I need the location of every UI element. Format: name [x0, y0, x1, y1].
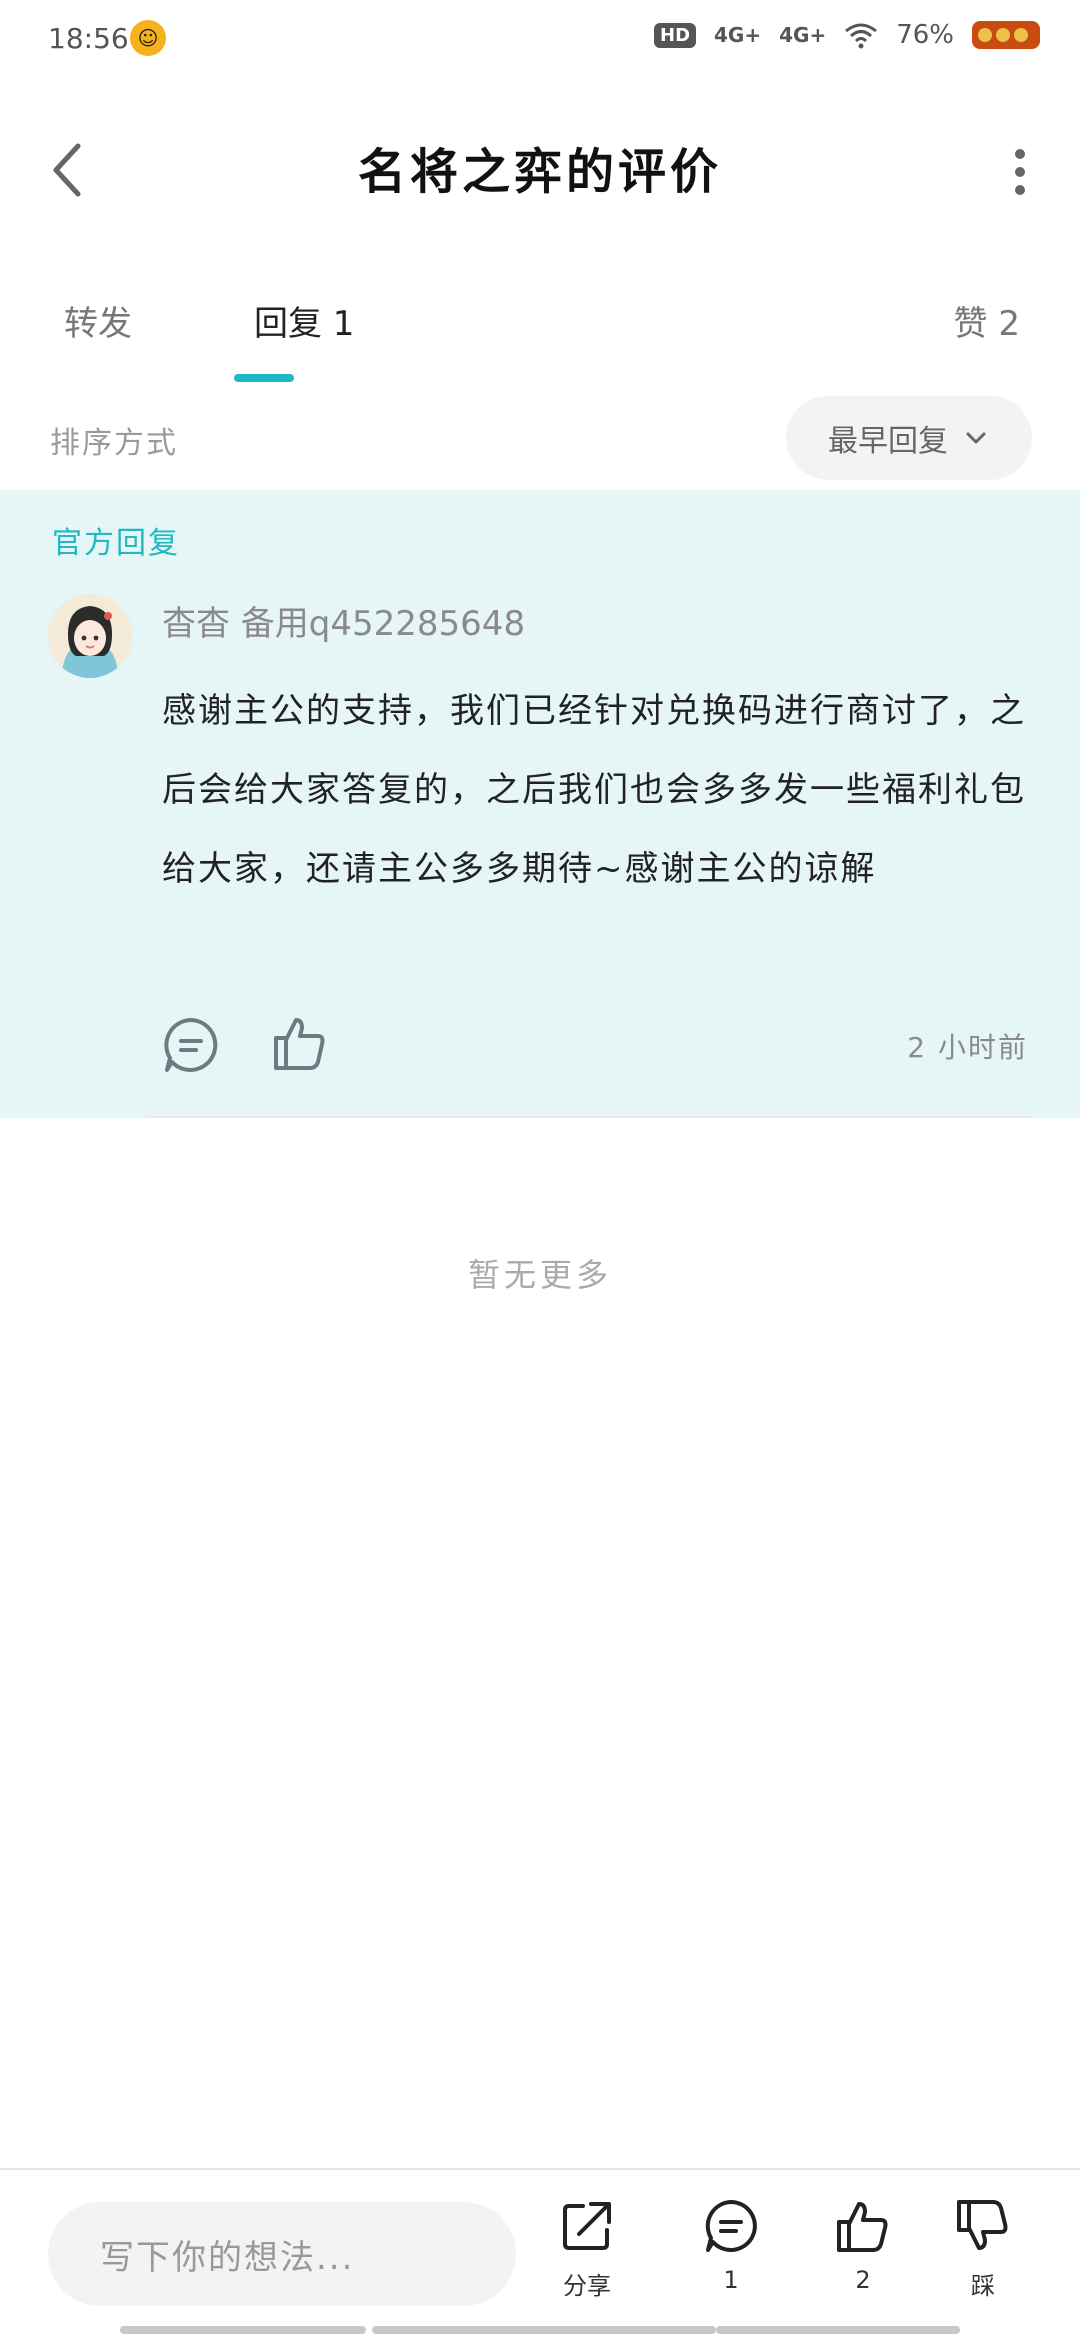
battery-percent: 76% [896, 20, 954, 50]
system-nav-bar-center [372, 2326, 716, 2334]
tab-active-indicator [234, 374, 294, 382]
bottom-bar-divider [0, 2168, 1080, 2170]
network-signal-icon: 4G+ [714, 23, 762, 47]
no-more-text: 暂无更多 [467, 1256, 612, 1294]
app-notification-icon: ☺ [130, 20, 166, 56]
status-time: 18:56 [48, 22, 129, 55]
chevron-down-icon [966, 432, 986, 444]
reply-content: 感谢主公的支持，我们已经针对兑换码进行商讨了，之后会给大家答复的，之后我们也会多… [162, 691, 1026, 889]
share-label: 分享 [563, 2272, 611, 2300]
wifi-icon [845, 23, 878, 49]
hd-voice-icon: HD [654, 22, 697, 48]
sort-dropdown[interactable]: 最早回复 [786, 396, 1032, 480]
comment-input-placeholder: 写下你的想法... [100, 2237, 355, 2278]
avatar[interactable] [48, 594, 132, 678]
reply-timestamp: 2 小时前 [907, 1031, 1028, 1064]
tab-forward[interactable]: 转发 [64, 296, 132, 345]
dislike-label: 踩 [971, 2272, 995, 2300]
comment-input[interactable]: 写下你的想法... [48, 2202, 516, 2306]
reply-count: 1 [723, 2266, 739, 2294]
bottom-like-button[interactable]: 2 [818, 2196, 908, 2294]
comment-icon [705, 2200, 757, 2252]
share-icon [563, 2202, 611, 2250]
dislike-button[interactable]: 踩 [938, 2196, 1028, 2301]
system-nav-bar-right [716, 2326, 960, 2334]
avatar-illustration [48, 594, 132, 678]
official-reply-tag: 官方回复 [52, 526, 180, 561]
reply-username[interactable]: 杳杳 备用q452285648 [162, 596, 525, 645]
page-title: 名将之弈的评价 [357, 144, 722, 200]
thumbs-up-icon [837, 2202, 888, 2252]
thumbs-down-icon [957, 2200, 1008, 2250]
network-signal-icon-2: 4G+ [779, 23, 827, 47]
status-indicators: HD 4G+ 4G+ 76% [654, 20, 1040, 50]
like-count: 2 [855, 2266, 871, 2294]
share-button[interactable]: 分享 [542, 2196, 632, 2301]
more-vertical-icon [1015, 149, 1025, 195]
tab-reply[interactable]: 回复 1 [254, 296, 354, 345]
more-options-button[interactable] [990, 132, 1050, 212]
system-nav-bar [120, 2326, 366, 2334]
sort-selected-value: 最早回复 [828, 424, 948, 459]
bottom-reply-button[interactable]: 1 [686, 2196, 776, 2294]
comment-icon [164, 1018, 218, 1072]
like-button[interactable] [268, 1012, 330, 1074]
divider [150, 1116, 1030, 1118]
reply-button[interactable] [160, 1014, 222, 1076]
sort-label: 排序方式 [50, 426, 178, 461]
thumbs-up-icon [274, 1018, 325, 1070]
battery-icon [972, 21, 1040, 49]
tab-like[interactable]: 赞 2 [954, 296, 1020, 345]
